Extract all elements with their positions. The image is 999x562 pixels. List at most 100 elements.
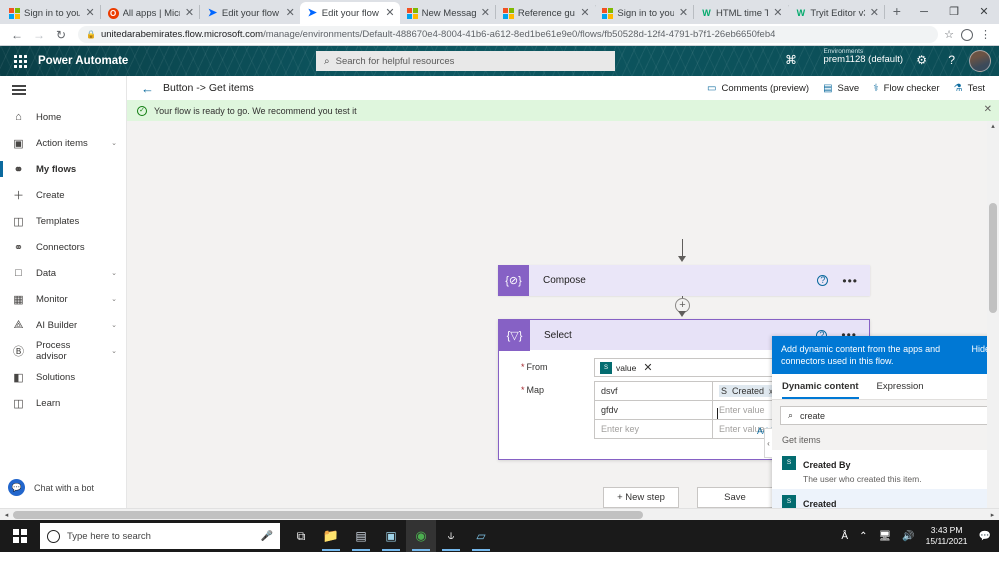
panel-collapse-handle[interactable]: ‹	[764, 428, 772, 458]
start-button[interactable]	[0, 529, 40, 543]
hscroll-track[interactable]	[13, 509, 986, 521]
browser-tab-1[interactable]: Sign in to your a ✕	[2, 2, 100, 24]
pen-icon[interactable]: Å	[841, 531, 848, 542]
list-item-created-by[interactable]: S Created By The user who created this i…	[772, 450, 999, 489]
sidebar-item-process-advisor[interactable]: Ⓑ Process advisor ⌄	[0, 338, 126, 364]
scroll-right-arrow[interactable]: ▸	[986, 511, 999, 519]
notes-icon[interactable]: ▱	[466, 520, 496, 552]
tab-close-icon[interactable]: ✕	[869, 7, 880, 19]
tab-close-icon[interactable]: ✕	[84, 7, 95, 19]
environment-selector[interactable]: Environments prem1128 (default)	[823, 48, 903, 66]
page-horizontal-scrollbar[interactable]: ◂ ▸	[0, 508, 999, 520]
new-tab-button[interactable]: +	[885, 3, 909, 21]
browser-tab-6[interactable]: Reference guide ✕	[495, 2, 595, 24]
sidebar-toggle-button[interactable]	[0, 76, 126, 104]
app-brand-title: Power Automate	[38, 55, 129, 67]
sidebar-item-connectors[interactable]: ⚭ Connectors	[0, 234, 126, 260]
back-button[interactable]: ←	[6, 24, 28, 46]
dynamic-content-search-input[interactable]: ⌕ create	[780, 406, 991, 426]
save-button[interactable]: ▤ Save	[823, 83, 859, 94]
browser-tab-3[interactable]: ➤ Edit your flow | P ✕	[199, 2, 300, 24]
help-icon[interactable]: ?	[817, 275, 829, 286]
waffle-menu-icon[interactable]	[6, 54, 34, 68]
sidebar-item-home[interactable]: ⌂ Home	[0, 104, 126, 130]
map-key-cell-1[interactable]: dsvf	[594, 381, 713, 401]
flow-checker-button[interactable]: ⚕ Flow checker	[873, 83, 939, 94]
network-icon[interactable]: 🖥	[878, 531, 891, 542]
sidebar-item-solutions[interactable]: ◧ Solutions	[0, 364, 126, 390]
browser-tab-5[interactable]: New Message - ✕	[399, 2, 496, 24]
help-icon[interactable]: ?	[948, 53, 955, 67]
plugin-icon[interactable]: ⌘	[785, 53, 797, 67]
sidebar-item-learn[interactable]: ◫ Learn	[0, 390, 126, 416]
scroll-left-arrow[interactable]: ◂	[0, 511, 13, 519]
address-bar[interactable]: 🔒 unitedarabemirates.flow.microsoft.com/…	[78, 26, 939, 43]
microphone-icon[interactable]: 🎤	[261, 531, 273, 542]
photos-icon[interactable]: ▣	[376, 520, 406, 552]
browser-tab-8[interactable]: W HTML time Tag ✕	[693, 2, 788, 24]
file-explorer-icon[interactable]: 📁	[316, 520, 346, 552]
tab-title: Tryit Editor v3.7	[810, 7, 864, 19]
bookmark-star-icon[interactable]: ☆	[944, 28, 954, 41]
forward-button[interactable]: →	[28, 24, 50, 46]
tab-close-icon[interactable]: ✕	[579, 7, 590, 19]
list-item-created[interactable]: S Created When this item was created.	[772, 489, 999, 508]
sidebar-item-monitor[interactable]: ▦ Monitor ⌄	[0, 286, 126, 312]
comments-button[interactable]: ▭ Comments (preview)	[707, 83, 809, 94]
browser-tab-7[interactable]: Sign in to your a ✕	[595, 2, 694, 24]
task-view-icon[interactable]: ⧉	[286, 520, 316, 552]
profile-avatar-icon[interactable]	[961, 28, 973, 41]
new-step-button[interactable]: + New step	[603, 487, 679, 508]
sidebar-item-my-flows[interactable]: ⚭ My flows	[0, 156, 126, 182]
sidebar-item-templates[interactable]: ◫ Templates	[0, 208, 126, 234]
scroll-up-arrow[interactable]: ▴	[987, 122, 999, 130]
sidebar-item-create[interactable]: ＋ Create	[0, 182, 126, 208]
clock[interactable]: 3:43 PM 15/11/2021	[926, 525, 968, 546]
close-window-button[interactable]: ✕	[969, 2, 999, 22]
hscroll-thumb[interactable]	[13, 510, 643, 519]
maximize-button[interactable]: ❐	[939, 2, 969, 22]
tab-close-icon[interactable]: ✕	[480, 7, 491, 19]
browser-menu-icon[interactable]: ⋮	[980, 28, 991, 41]
header-search-box[interactable]: ⌕ Search for helpful resources	[316, 51, 615, 71]
tab-close-icon[interactable]: ✕	[285, 7, 296, 19]
app-store-icon[interactable]: ▤	[346, 520, 376, 552]
tab-close-icon[interactable]: ✕	[678, 7, 689, 19]
test-button[interactable]: ⚗ Test	[954, 83, 985, 94]
gear-icon[interactable]: ⚙	[916, 53, 927, 67]
reload-button[interactable]: ↻	[50, 24, 72, 46]
sidebar-item-data[interactable]: □ Data ⌄	[0, 260, 126, 286]
created-token[interactable]: S Created x	[719, 385, 778, 397]
canvas-save-button[interactable]: Save	[697, 487, 773, 508]
tab-close-icon[interactable]: ✕	[384, 7, 395, 19]
banner-close-icon[interactable]: ✕	[984, 104, 992, 115]
compose-more-menu-icon[interactable]: •••	[842, 274, 858, 288]
canvas-vertical-scrollbar[interactable]: ▴	[987, 121, 999, 508]
tab-close-icon[interactable]: ✕	[772, 7, 783, 19]
map-key-cell-2[interactable]: gfdv	[594, 400, 713, 420]
action-card-compose[interactable]: {⊘} Compose ? •••	[498, 265, 870, 296]
tab-close-icon[interactable]: ✕	[184, 7, 195, 19]
tab-expression[interactable]: Expression	[877, 381, 924, 399]
map-key-cell-3[interactable]: Enter key	[594, 419, 713, 439]
tray-chevron-icon[interactable]: ⌃	[859, 531, 867, 542]
scroll-thumb[interactable]	[989, 203, 997, 313]
user-avatar[interactable]	[969, 50, 991, 72]
notification-center-icon[interactable]: 💬	[979, 531, 991, 542]
browser-tab-9[interactable]: W Tryit Editor v3.7 ✕	[788, 2, 884, 24]
browser-tab-2[interactable]: O All apps | Micros ✕	[100, 2, 200, 24]
tab-dynamic-content[interactable]: Dynamic content	[782, 381, 859, 400]
taskbar-search-input[interactable]: Type here to search 🎤	[40, 523, 280, 549]
from-token-remove-icon[interactable]: ✕	[643, 361, 652, 374]
chat-with-bot-button[interactable]: 💬 Chat with a bot	[8, 479, 94, 496]
back-arrow-icon[interactable]: ←	[141, 81, 154, 96]
minimize-button[interactable]: ─	[909, 2, 939, 22]
volume-icon[interactable]: 🔊	[902, 531, 914, 542]
chrome-icon[interactable]: ◉	[406, 520, 436, 552]
browser-tab-4-active[interactable]: ➤ Edit your flow | P ✕	[299, 2, 400, 24]
sidebar-item-action-items[interactable]: ▣ Action items ⌄	[0, 130, 126, 156]
code-editor-icon[interactable]: ⫝	[436, 520, 466, 552]
sidebar-item-ai-builder[interactable]: ⟁ AI Builder ⌄	[0, 312, 126, 338]
chevron-down-icon: ⌄	[111, 140, 117, 147]
from-token[interactable]: S value	[600, 361, 636, 374]
